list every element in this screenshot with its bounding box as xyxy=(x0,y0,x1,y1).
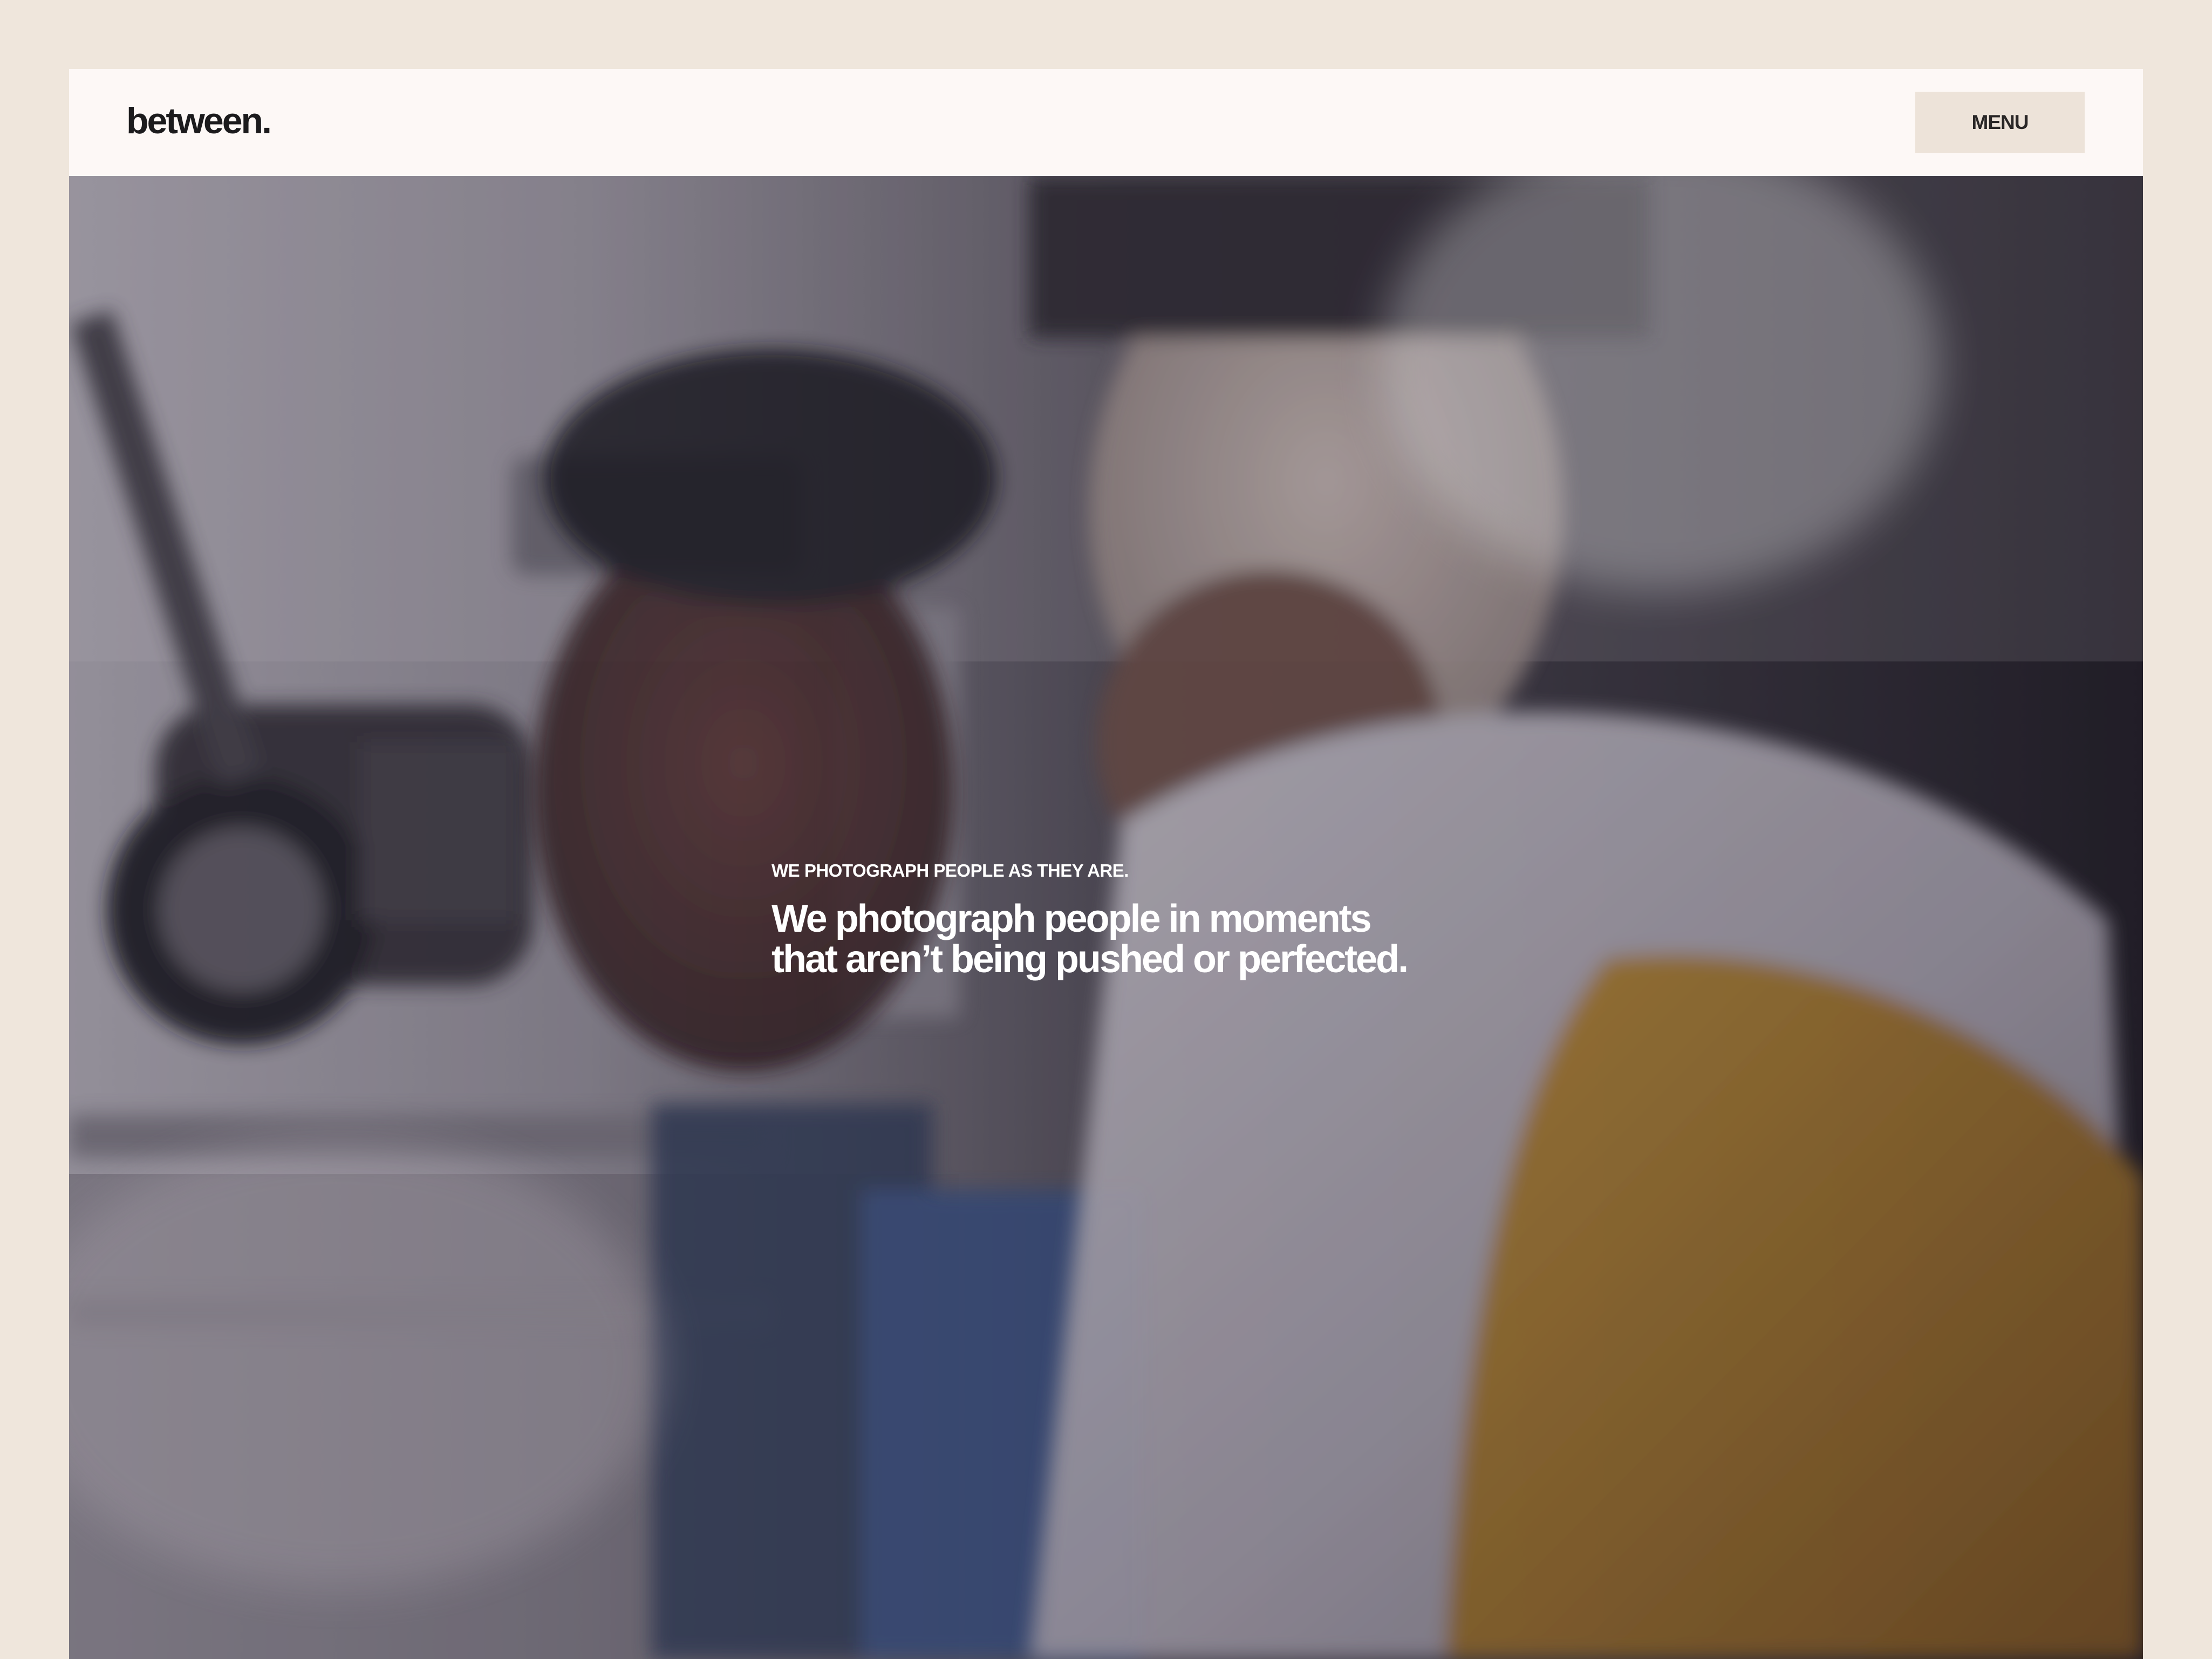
hero-section: WE PHOTOGRAPH PEOPLE AS THEY ARE. We pho… xyxy=(69,176,2143,1659)
hero-headline: We photograph people in moments that are… xyxy=(772,897,1409,981)
hero-copy: WE PHOTOGRAPH PEOPLE AS THEY ARE. We pho… xyxy=(772,860,1581,980)
site-header: between. MENU xyxy=(69,69,2143,176)
menu-button[interactable]: MENU xyxy=(1915,92,2085,153)
hero-eyebrow: WE PHOTOGRAPH PEOPLE AS THEY ARE. xyxy=(772,861,1129,880)
page-frame: between. MENU WE PHOTOGRAPH PEOPLE AS TH… xyxy=(69,69,2143,1659)
site-logo[interactable]: between. xyxy=(126,99,272,144)
